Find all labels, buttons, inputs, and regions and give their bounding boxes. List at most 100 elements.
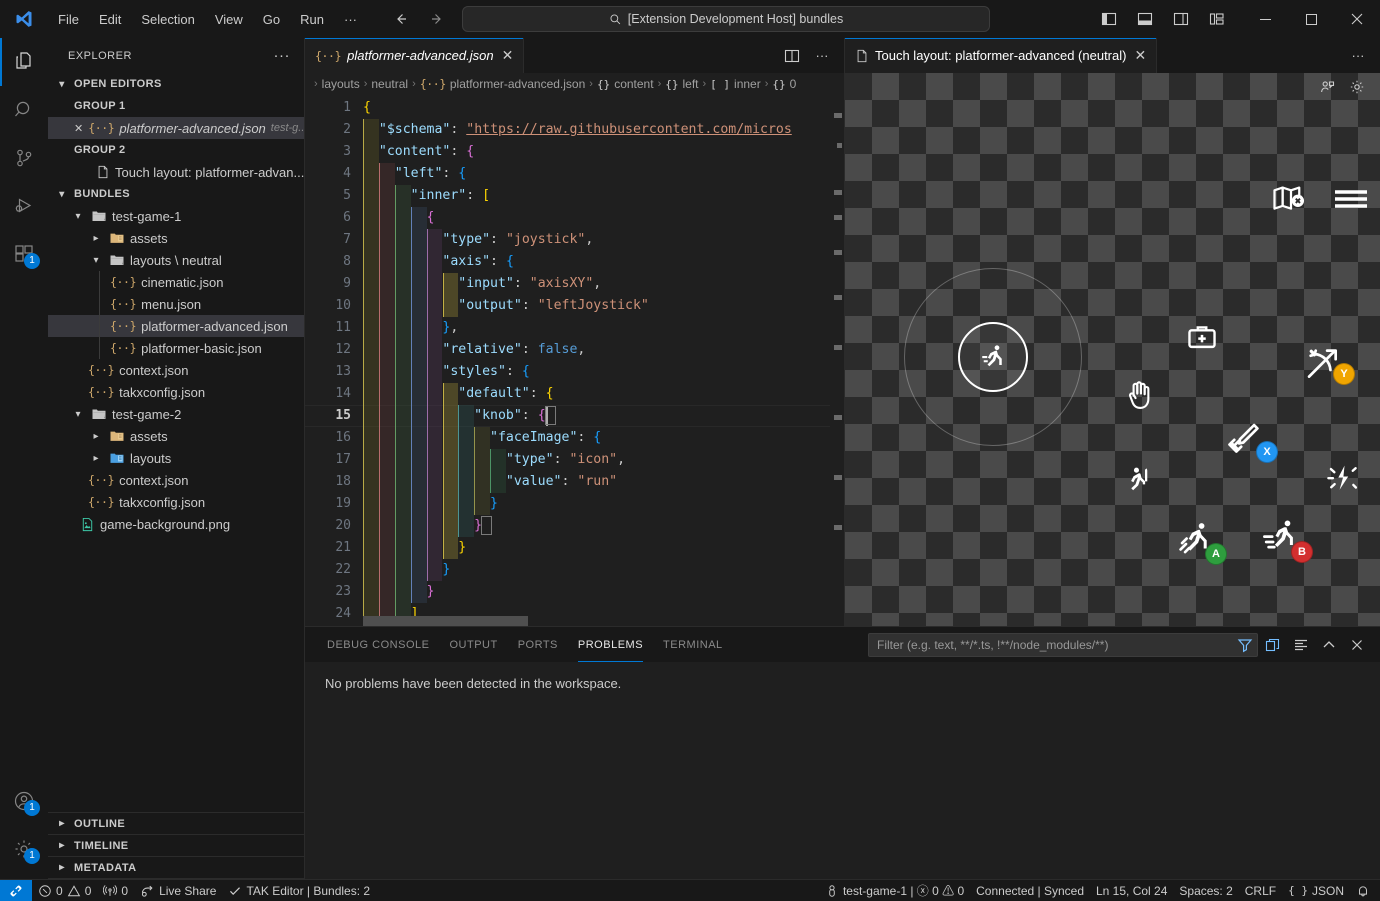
code-line[interactable]: "content": { — [363, 141, 474, 163]
close-icon[interactable]: ✕ — [502, 47, 514, 64]
status-cursor-position[interactable]: Ln 15, Col 24 — [1090, 880, 1173, 901]
arrow-right-icon[interactable] — [426, 8, 448, 30]
code-line[interactable]: }, — [363, 317, 458, 339]
tree-item-platformer-basic-json[interactable]: {··} platformer-basic.json — [48, 337, 304, 359]
tree-item-takxconfig-json-2[interactable]: {··} takxconfig.json — [48, 491, 304, 513]
code-line[interactable]: } — [363, 581, 434, 603]
section-open-editors[interactable]: ▾ OPEN EDITORS — [48, 73, 304, 95]
status-indentation[interactable]: Spaces: 2 — [1173, 880, 1238, 901]
medkit-button[interactable] — [1183, 318, 1221, 356]
code-line[interactable]: "faceImage": { — [363, 427, 601, 449]
tree-item-platformer-advanced-json[interactable]: {··} platformer-advanced.json — [48, 315, 304, 337]
breadcrumb-item-neutral[interactable]: neutral — [368, 77, 411, 91]
tree-item-context-json-1[interactable]: {··} context.json — [48, 359, 304, 381]
touch-layout-preview[interactable]: Y X — [845, 73, 1380, 626]
hand-button[interactable] — [1121, 377, 1157, 413]
breadcrumb-item-content[interactable]: {}content — [594, 77, 657, 91]
status-tak-editor[interactable]: TAK Editor | Bundles: 2 — [222, 880, 376, 901]
tree-item-assets-1[interactable]: ▸ assets — [48, 227, 304, 249]
code-line[interactable]: } — [363, 537, 466, 559]
spark-button[interactable] — [1324, 461, 1360, 497]
chevron-down-icon[interactable]: ▾ — [88, 255, 104, 266]
section-metadata[interactable]: ▸ METADATA — [48, 857, 304, 879]
code-line[interactable]: "$schema": "https://raw.githubuserconten… — [363, 119, 792, 141]
activity-source-control[interactable] — [0, 134, 48, 182]
section-outline[interactable]: ▸ OUTLINE — [48, 813, 304, 835]
editor-overview-ruler[interactable] — [830, 95, 844, 626]
panel-tab-output[interactable]: OUTPUT — [439, 627, 507, 662]
tree-item-test-game-2[interactable]: ▾ test-game-2 — [48, 403, 304, 425]
code-line[interactable]: "relative": false, — [363, 339, 585, 361]
section-timeline[interactable]: ▸ TIMELINE — [48, 835, 304, 857]
code-line[interactable]: "default": { — [363, 383, 554, 405]
code-line[interactable]: "knob": { — [363, 405, 546, 427]
code-line[interactable]: } — [363, 559, 450, 581]
tab-platformer-advanced-json[interactable]: {··} platformer-advanced.json ✕ — [305, 38, 524, 73]
menu-go[interactable]: Go — [253, 7, 290, 32]
activity-search[interactable] — [0, 86, 48, 134]
code-line[interactable]: { — [363, 207, 434, 229]
activity-extensions[interactable]: 1 — [0, 230, 48, 278]
code-line[interactable]: } — [363, 493, 498, 515]
menu-selection[interactable]: Selection — [131, 7, 204, 32]
panel-tab-terminal[interactable]: TERMINAL — [653, 627, 733, 662]
code-line[interactable]: "value": "run" — [363, 471, 617, 493]
status-problems[interactable]: 0 0 — [32, 880, 97, 901]
editor-horizontal-scrollbar[interactable] — [363, 616, 528, 626]
maximize-panel-icon[interactable] — [1316, 632, 1342, 658]
code-line[interactable]: } — [363, 515, 482, 537]
code-editor[interactable]: 1{2 "$schema": "https://raw.githubuserco… — [305, 95, 844, 626]
chevron-right-icon[interactable]: ▸ — [88, 233, 104, 244]
breadcrumb-item-0[interactable]: {}0 — [769, 77, 799, 91]
panel-tab-ports[interactable]: PORTS — [508, 627, 568, 662]
panel-tab-problems[interactable]: PROBLEMS — [568, 627, 653, 662]
status-notifications[interactable] — [1350, 880, 1380, 901]
tree-item-layouts-2[interactable]: ▸ layouts — [48, 447, 304, 469]
menu-file[interactable]: File — [48, 7, 89, 32]
problems-filter-input[interactable]: Filter (e.g. text, **/*.ts, !**/node_mod… — [868, 633, 1258, 657]
menu-run[interactable]: Run — [290, 7, 334, 32]
toggle-primary-sidebar-icon[interactable] — [1092, 4, 1126, 34]
activity-run-debug[interactable] — [0, 182, 48, 230]
tree-item-game-background-png[interactable]: game-background.png — [48, 513, 304, 535]
section-bundles[interactable]: ▾ BUNDLES — [48, 183, 304, 205]
breadcrumb-item-inner[interactable]: [ ]inner — [707, 77, 764, 91]
close-panel-icon[interactable] — [1344, 632, 1370, 658]
gear-icon[interactable] — [1344, 74, 1370, 100]
code-line[interactable]: "type": "icon", — [363, 449, 625, 471]
chevron-right-icon[interactable]: ▸ — [88, 453, 104, 464]
map-button[interactable] — [1268, 179, 1308, 219]
breadcrumb-item-left[interactable]: {}left — [662, 77, 701, 91]
code-line[interactable]: "input": "axisXY", — [363, 273, 601, 295]
tree-item-assets-2[interactable]: ▸ assets — [48, 425, 304, 447]
split-editor-icon[interactable] — [778, 42, 806, 70]
tree-item-context-json-2[interactable]: {··} context.json — [48, 469, 304, 491]
crouch-button[interactable] — [1123, 461, 1159, 497]
code-line[interactable]: "output": "leftJoystick" — [363, 295, 649, 317]
more-actions-icon[interactable]: ··· — [268, 47, 297, 64]
open-editor-platformer-advanced[interactable]: ✕ {··} platformer-advanced.json test-g..… — [48, 117, 304, 139]
code-line[interactable]: "left": { — [363, 163, 466, 185]
tree-item-test-game-1[interactable]: ▾ test-game-1 — [48, 205, 304, 227]
tree-item-layouts-neutral[interactable]: ▾ layouts \ neutral — [48, 249, 304, 271]
menu-view[interactable]: View — [205, 7, 253, 32]
status-bundle[interactable]: test-game-1 | ⓧ 0 ⚠ 0 — [819, 880, 970, 901]
code-line[interactable]: "styles": { — [363, 361, 530, 383]
breadcrumb-item-file[interactable]: {··}platformer-advanced.json — [417, 77, 589, 91]
status-live-share[interactable]: Live Share — [134, 880, 222, 901]
open-editor-touch-layout[interactable]: Touch layout: platformer-advan... — [48, 161, 304, 183]
customize-layout-icon[interactable] — [1200, 4, 1234, 34]
arrow-left-icon[interactable] — [390, 8, 412, 30]
tree-item-takxconfig-json-1[interactable]: {··} takxconfig.json — [48, 381, 304, 403]
minimize-button[interactable] — [1242, 0, 1288, 38]
close-icon[interactable]: ✕ — [74, 122, 83, 135]
maximize-button[interactable] — [1288, 0, 1334, 38]
menu-edit[interactable]: Edit — [89, 7, 131, 32]
preview-person-icon[interactable] — [1314, 74, 1340, 100]
more-actions-icon[interactable]: ··· — [808, 42, 836, 70]
code-line[interactable]: "axis": { — [363, 251, 514, 273]
toggle-panel-icon[interactable] — [1128, 4, 1162, 34]
view-as-list-icon[interactable] — [1288, 632, 1314, 658]
chevron-down-icon[interactable]: ▾ — [70, 211, 86, 222]
code-content[interactable]: 1{2 "$schema": "https://raw.githubuserco… — [305, 95, 844, 626]
